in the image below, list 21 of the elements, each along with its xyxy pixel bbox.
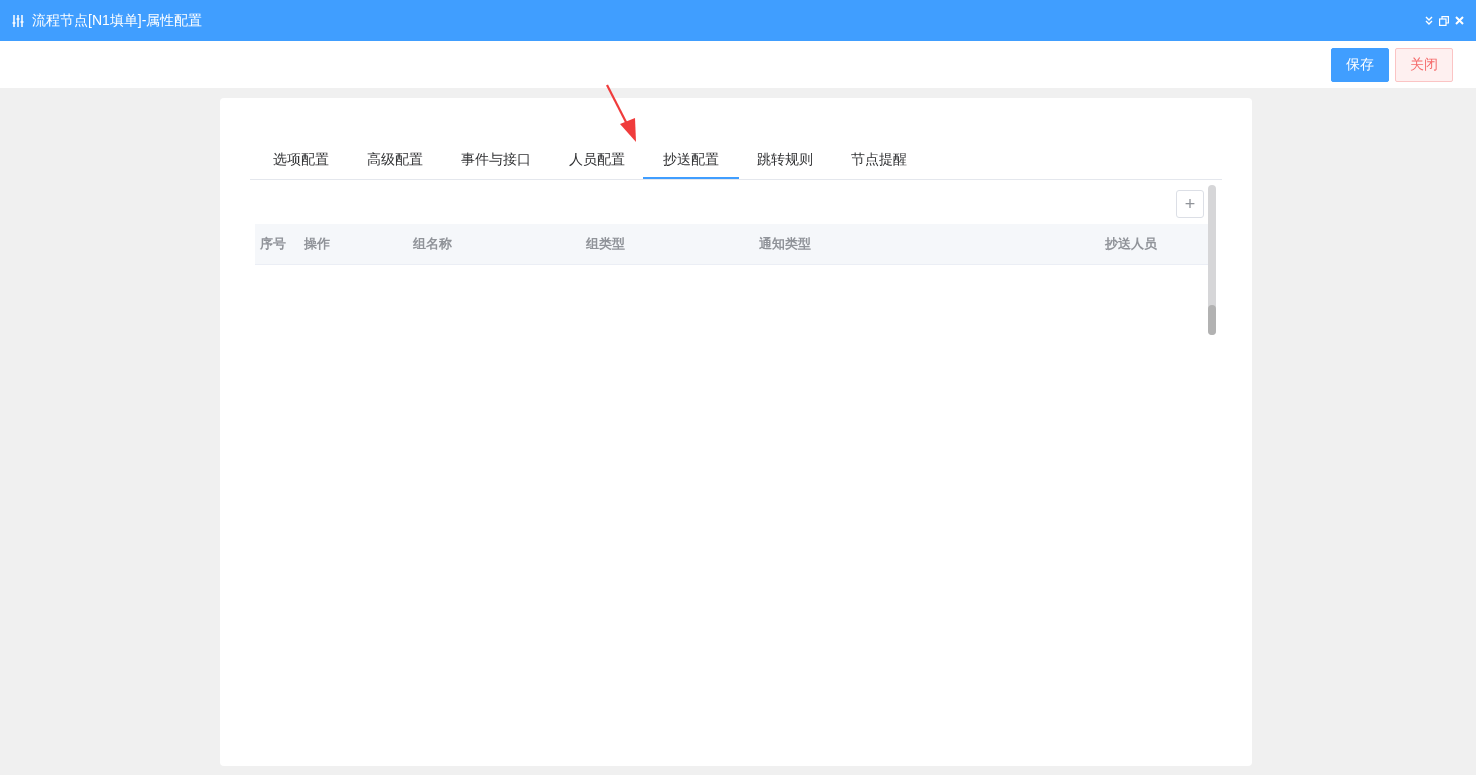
tab[interactable]: 高级配置: [347, 140, 443, 179]
restore-icon[interactable]: [1439, 15, 1449, 26]
tab[interactable]: 选项配置: [253, 140, 349, 179]
scrollbar[interactable]: [1208, 185, 1216, 335]
scrollbar-thumb[interactable]: [1208, 305, 1216, 335]
tab[interactable]: 抄送配置: [643, 140, 739, 179]
column-header: 序号: [260, 235, 287, 253]
sliders-icon: [12, 14, 24, 27]
annotation-arrow: [606, 84, 638, 144]
tab[interactable]: 人员配置: [549, 140, 645, 179]
window-title: 流程节点[N1填单]-属性配置: [32, 11, 204, 30]
tab[interactable]: 跳转规则: [737, 140, 833, 179]
column-header: 组类型: [586, 235, 626, 253]
tab[interactable]: 节点提醒: [831, 140, 927, 179]
column-header: 组名称: [413, 235, 453, 253]
column-header: 抄送人员: [1105, 235, 1158, 253]
collapse-icon[interactable]: [1425, 16, 1433, 25]
close-icon[interactable]: [1455, 16, 1464, 25]
column-header: 操作: [304, 235, 331, 253]
column-header: 通知类型: [759, 235, 812, 253]
tab[interactable]: 事件与接口: [441, 140, 551, 179]
